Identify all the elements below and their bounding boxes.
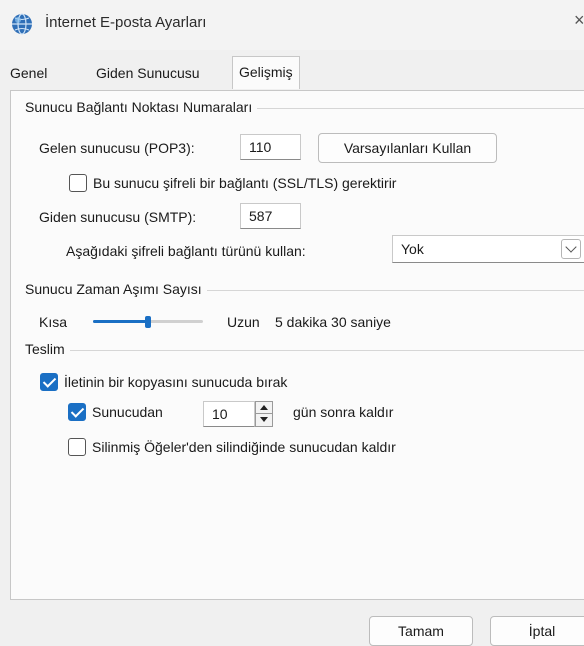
incoming-server-label: Gelen sunucusu (POP3): [39, 140, 195, 156]
group-divider [25, 350, 584, 351]
title-bar: İnternet E-posta Ayarları × [0, 0, 584, 50]
outgoing-server-label: Giden sunucusu (SMTP): [39, 209, 197, 225]
tab-advanced[interactable]: Gelişmiş [232, 56, 300, 89]
incoming-port-input[interactable]: 110 [240, 134, 301, 160]
days-input[interactable]: 10 [203, 401, 255, 427]
chevron-down-icon[interactable] [561, 239, 581, 259]
dialog-footer: Tamam İptal [0, 600, 584, 646]
remove-deleted-checkbox[interactable] [68, 438, 86, 456]
remove-after-label: Sunucudan [92, 404, 163, 420]
ssl-checkbox[interactable] [69, 174, 87, 192]
globe-icon [12, 13, 32, 35]
days-spinner[interactable] [255, 401, 273, 427]
cancel-button[interactable]: İptal [490, 616, 584, 646]
ssl-checkbox-label: Bu sunucu şifreli bir bağlantı (SSL/TLS)… [93, 175, 397, 191]
tab-general[interactable]: Genel [4, 60, 53, 88]
leave-copy-checkbox[interactable] [40, 373, 58, 391]
ok-button[interactable]: Tamam [369, 616, 473, 646]
encryption-type-select[interactable]: Yok [392, 235, 584, 263]
timeout-slider-thumb[interactable] [145, 316, 151, 328]
remove-after-checkbox[interactable] [68, 403, 86, 421]
days-suffix-label: gün sonra kaldır [293, 404, 394, 420]
ports-group-title: Sunucu Bağlantı Noktası Numaraları [25, 99, 258, 115]
leave-copy-label: İletinin bir kopyasını sunucuda bırak [64, 374, 288, 390]
spin-down-icon[interactable] [256, 414, 272, 426]
timeout-value-text: 5 dakika 30 saniye [275, 314, 391, 330]
encryption-type-label: Aşağıdaki şifreli bağlantı türünü kullan… [66, 243, 306, 259]
tab-strip: Genel Giden Sunucusu Gelişmiş [0, 56, 584, 92]
timeout-group-title: Sunucu Zaman Aşımı Sayısı [25, 281, 207, 297]
use-defaults-button[interactable]: Varsayılanları Kullan [318, 133, 497, 163]
timeout-slider-fill [93, 320, 148, 323]
timeout-short-label: Kısa [39, 314, 68, 330]
outgoing-port-input[interactable]: 587 [240, 203, 301, 229]
window-title: İnternet E-posta Ayarları [45, 14, 207, 31]
spin-up-icon[interactable] [256, 402, 272, 414]
remove-deleted-label: Silinmiş Öğeler'den silindiğinde sunucud… [92, 439, 396, 455]
advanced-panel: Sunucu Bağlantı Noktası Numaraları Gelen… [10, 90, 584, 600]
close-icon[interactable]: × [574, 10, 584, 31]
delivery-group-title: Teslim [25, 341, 70, 357]
tab-outgoing-server[interactable]: Giden Sunucusu [90, 60, 206, 88]
encryption-type-value: Yok [401, 241, 424, 257]
timeout-long-label: Uzun [227, 314, 260, 330]
